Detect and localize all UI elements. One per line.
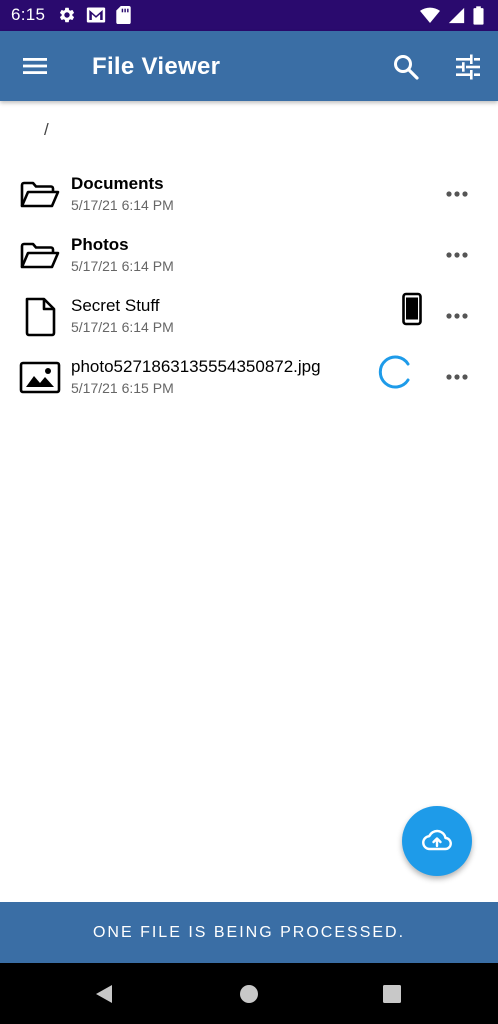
signal-icon — [448, 7, 465, 24]
sd-card-icon — [116, 6, 131, 24]
file-date: 5/17/21 6:14 PM — [71, 258, 174, 274]
processing-snackbar: ONE FILE IS BEING PROCESSED. — [0, 902, 498, 963]
list-item[interactable]: Documents 5/17/21 6:14 PM — [0, 167, 498, 228]
folder-open-icon — [18, 234, 62, 278]
battery-icon — [473, 6, 484, 25]
more-options-icon[interactable] — [438, 243, 476, 267]
wifi-icon — [420, 7, 440, 24]
gear-icon — [58, 6, 76, 24]
recents-icon[interactable] — [382, 984, 402, 1009]
status-time: 6:15 — [11, 5, 46, 24]
back-icon[interactable] — [93, 983, 115, 1010]
file-name: photo5271863135554350872.jpg — [71, 357, 321, 376]
app-title: File Viewer — [92, 53, 221, 80]
image-icon — [18, 356, 62, 400]
tune-filter-icon[interactable] — [453, 52, 483, 82]
status-notification-icons — [58, 6, 131, 24]
file-date: 5/17/21 6:15 PM — [71, 380, 174, 396]
status-system-icons — [420, 6, 484, 25]
more-options-icon[interactable] — [438, 365, 476, 389]
folder-open-icon — [18, 173, 62, 217]
list-item[interactable]: Secret Stuff 5/17/21 6:14 PM — [0, 289, 498, 350]
file-name: Documents — [71, 174, 164, 193]
gmail-icon — [86, 6, 106, 24]
upload-fab-button[interactable] — [402, 806, 472, 876]
file-date: 5/17/21 6:14 PM — [71, 197, 174, 213]
snackbar-message: ONE FILE IS BEING PROCESSED. — [92, 924, 406, 941]
file-icon — [18, 295, 62, 339]
more-options-icon[interactable] — [438, 304, 476, 328]
file-name: Photos — [71, 235, 129, 254]
loading-spinner-icon — [378, 355, 412, 389]
search-icon[interactable] — [391, 52, 421, 82]
file-name: Secret Stuff — [71, 296, 160, 315]
file-date: 5/17/21 6:14 PM — [71, 319, 174, 335]
hamburger-menu-icon[interactable] — [20, 51, 50, 81]
status-bar: 6:15 — [0, 0, 498, 31]
phone-icon — [395, 292, 429, 326]
breadcrumb[interactable]: / — [44, 120, 49, 140]
more-options-icon[interactable] — [438, 182, 476, 206]
list-item[interactable]: photo5271863135554350872.jpg 5/17/21 6:1… — [0, 350, 498, 411]
list-item[interactable]: Photos 5/17/21 6:14 PM — [0, 228, 498, 289]
cloud-upload-icon — [422, 829, 452, 851]
app-bar: File Viewer — [0, 31, 498, 101]
system-nav-bar — [0, 963, 498, 1024]
home-icon[interactable] — [238, 983, 260, 1010]
